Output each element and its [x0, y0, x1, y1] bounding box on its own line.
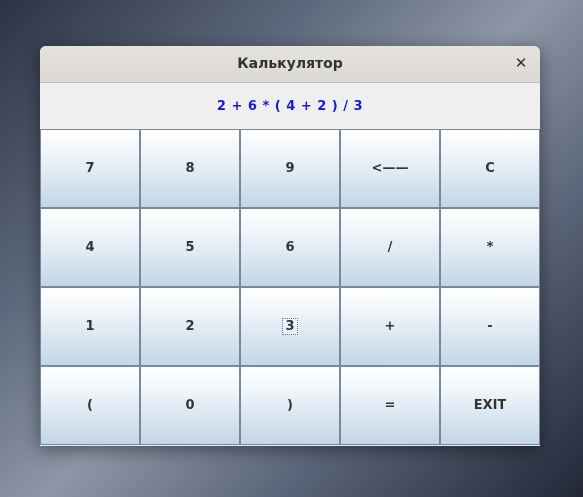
close-button[interactable]: ✕ — [510, 52, 532, 74]
calculator-window: Калькулятор ✕ 2 + 6 * ( 4 + 2 ) / 3 7 8 … — [40, 46, 540, 446]
divide-button[interactable]: / — [340, 208, 440, 287]
key-3[interactable]: 3 — [240, 287, 340, 366]
key-6[interactable]: 6 — [240, 208, 340, 287]
multiply-button[interactable]: * — [440, 208, 540, 287]
backspace-button[interactable]: <—— — [340, 129, 440, 208]
expression-display: 2 + 6 * ( 4 + 2 ) / 3 — [40, 83, 540, 129]
plus-button[interactable]: + — [340, 287, 440, 366]
minus-button[interactable]: - — [440, 287, 540, 366]
title-bar: Калькулятор ✕ — [40, 46, 540, 83]
close-paren-button[interactable]: ) — [240, 366, 340, 445]
open-paren-button[interactable]: ( — [40, 366, 140, 445]
key-5[interactable]: 5 — [140, 208, 240, 287]
key-9[interactable]: 9 — [240, 129, 340, 208]
key-4[interactable]: 4 — [40, 208, 140, 287]
exit-button[interactable]: EXIT — [440, 366, 540, 445]
clear-button[interactable]: C — [440, 129, 540, 208]
key-0[interactable]: 0 — [140, 366, 240, 445]
key-7[interactable]: 7 — [40, 129, 140, 208]
key-2[interactable]: 2 — [140, 287, 240, 366]
keypad: 7 8 9 <—— C 4 5 6 / * 1 2 3 + - ( 0 ) = … — [40, 129, 540, 445]
window-title: Калькулятор — [237, 56, 343, 72]
key-1[interactable]: 1 — [40, 287, 140, 366]
equals-button[interactable]: = — [340, 366, 440, 445]
close-icon: ✕ — [514, 54, 528, 72]
key-8[interactable]: 8 — [140, 129, 240, 208]
